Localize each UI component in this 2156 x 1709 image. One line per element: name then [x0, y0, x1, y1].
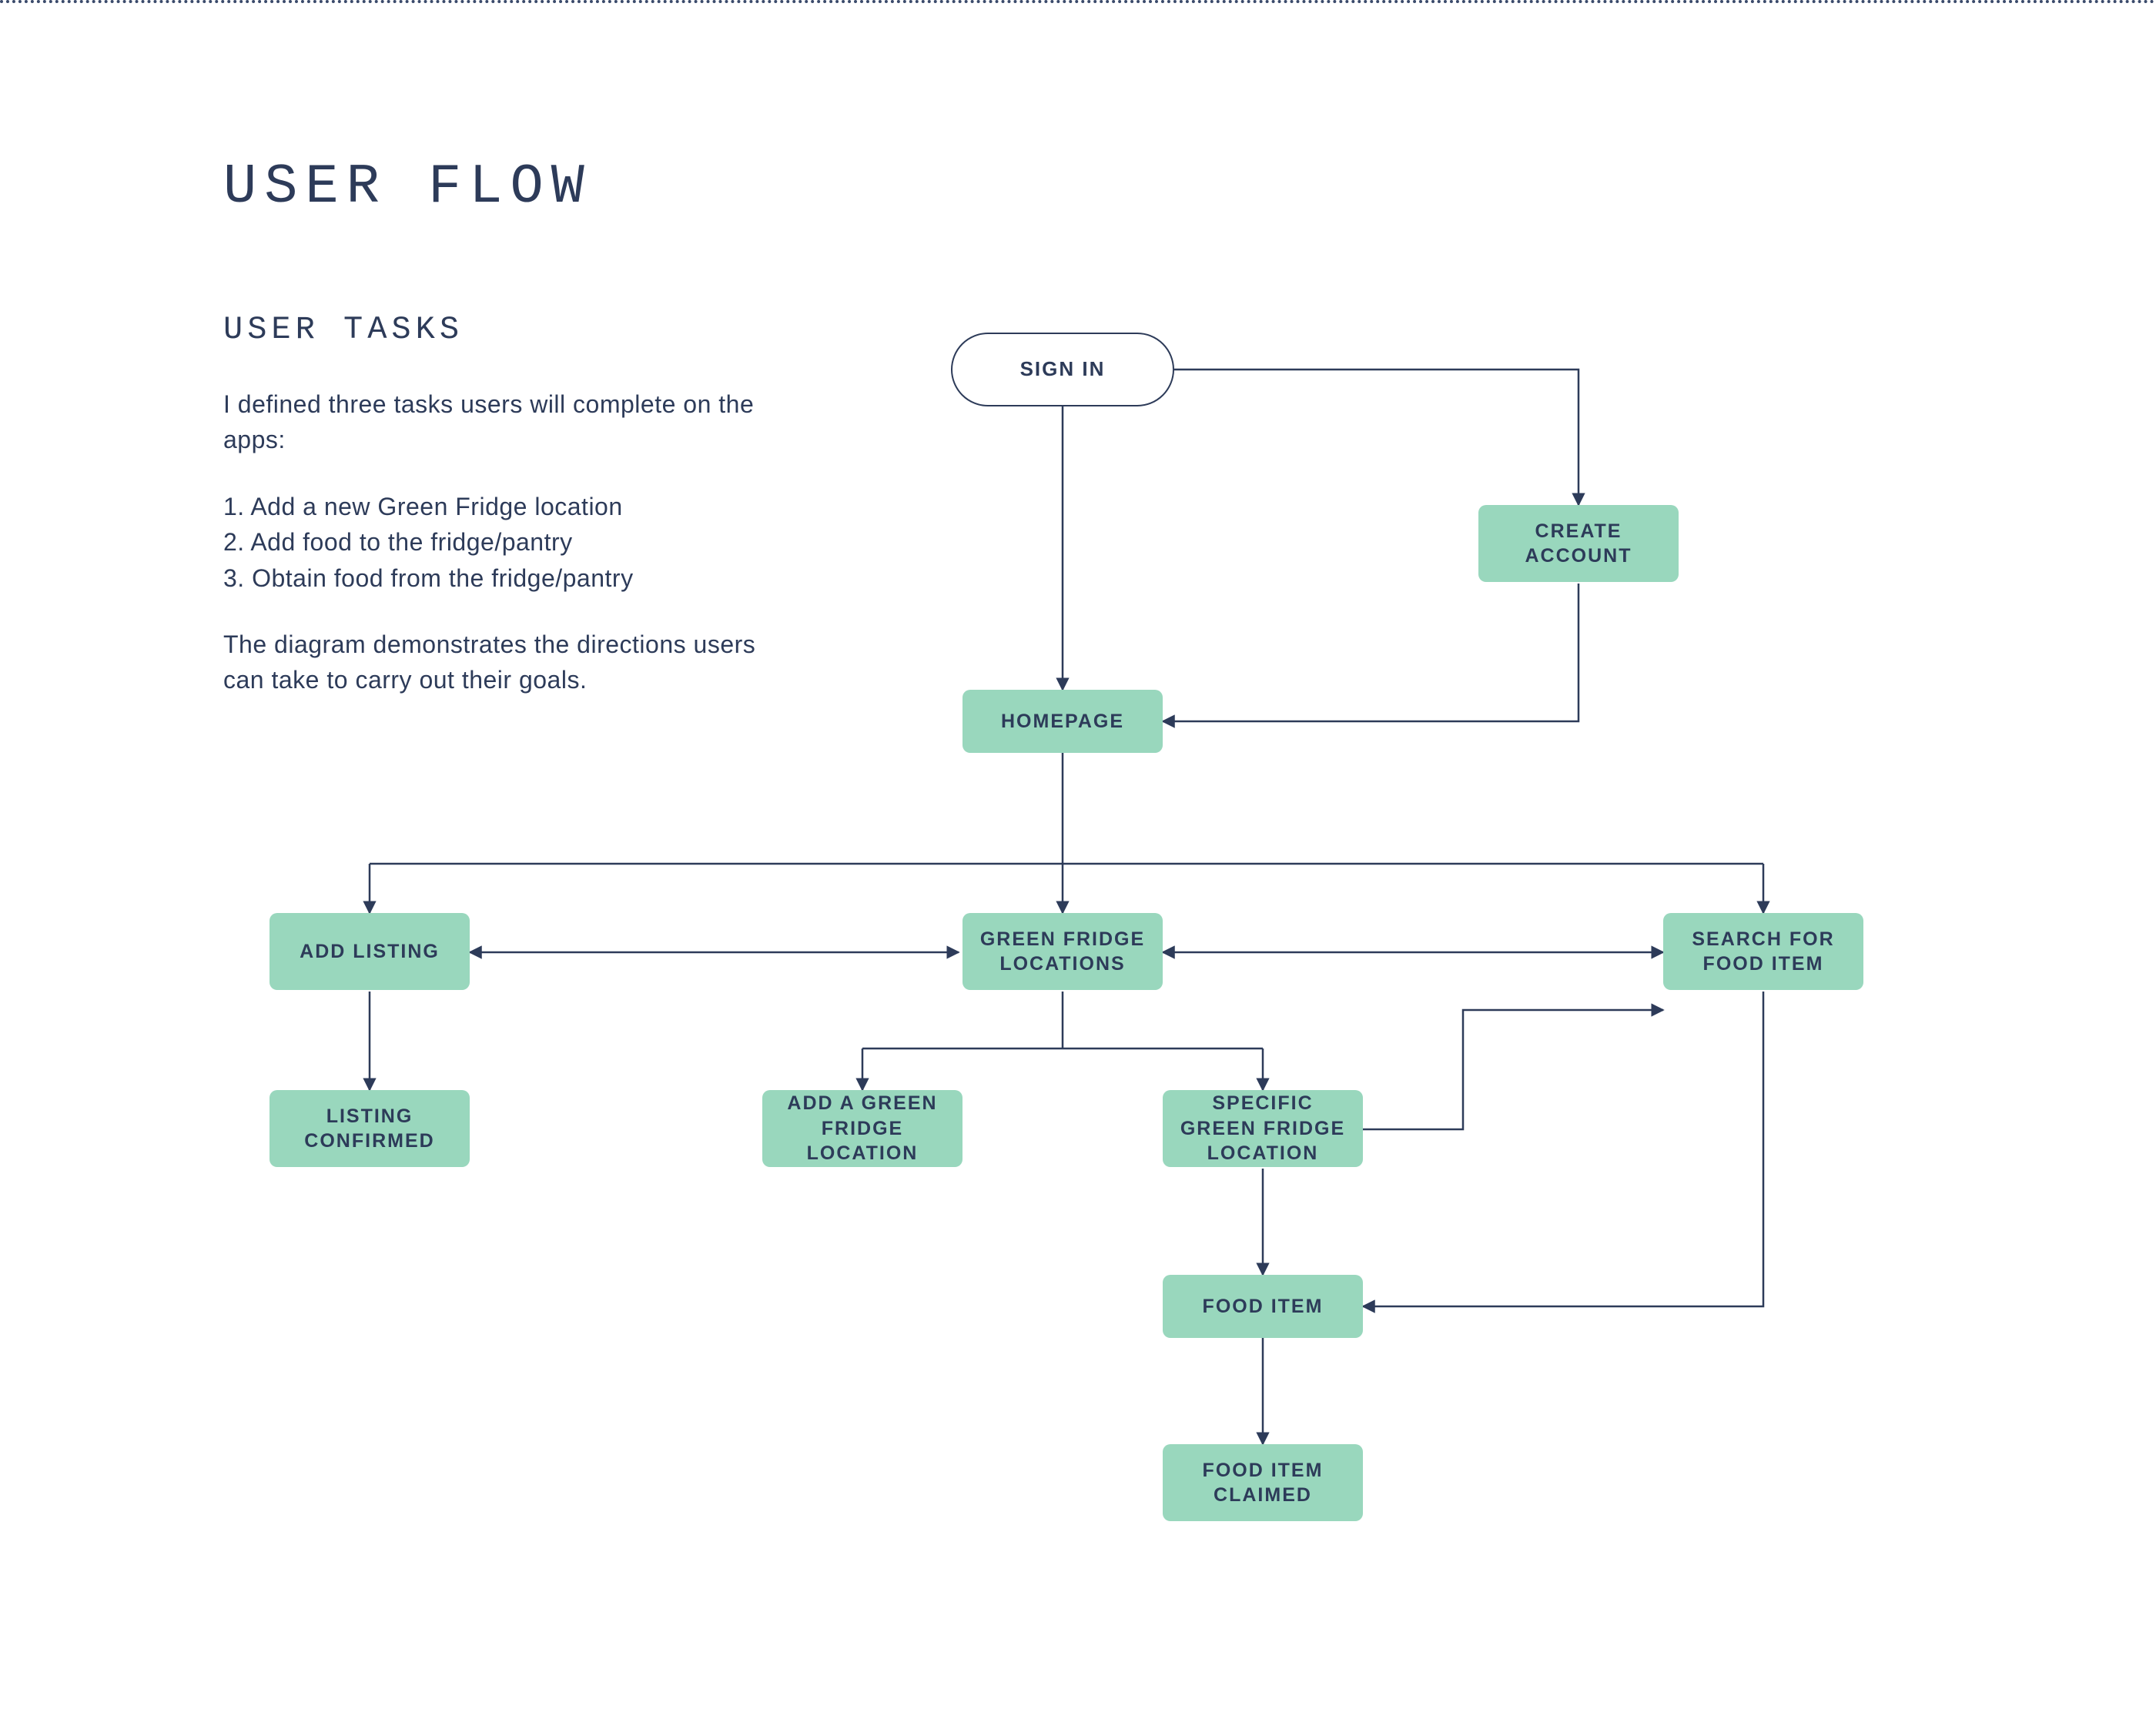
node-listing-confirmed: LISTING CONFIRMED	[270, 1090, 470, 1167]
node-food-item: FOOD ITEM	[1163, 1275, 1363, 1338]
user-flow-diagram: SIGN IN CREATE ACCOUNT HOMEPAGE ADD LIST…	[223, 309, 1940, 1664]
page-title: USER FLOW	[223, 156, 1933, 219]
node-add-listing: ADD LISTING	[270, 913, 470, 990]
node-add-green-fridge-location: ADD A GREEN FRIDGE LOCATION	[762, 1090, 962, 1167]
decorative-dotted-border	[0, 0, 2156, 3]
node-green-fridge-locations: GREEN FRIDGE LOCATIONS	[962, 913, 1163, 990]
page: USER FLOW USER TASKS I defined three tas…	[0, 9, 2156, 791]
node-food-item-claimed: FOOD ITEM CLAIMED	[1163, 1444, 1363, 1521]
node-sign-in: SIGN IN	[951, 333, 1174, 406]
node-homepage: HOMEPAGE	[962, 690, 1163, 753]
node-create-account: CREATE ACCOUNT	[1478, 505, 1679, 582]
node-search-food-item: SEARCH FOR FOOD ITEM	[1663, 913, 1863, 990]
node-specific-green-fridge: SPECIFIC GREEN FRIDGE LOCATION	[1163, 1090, 1363, 1167]
